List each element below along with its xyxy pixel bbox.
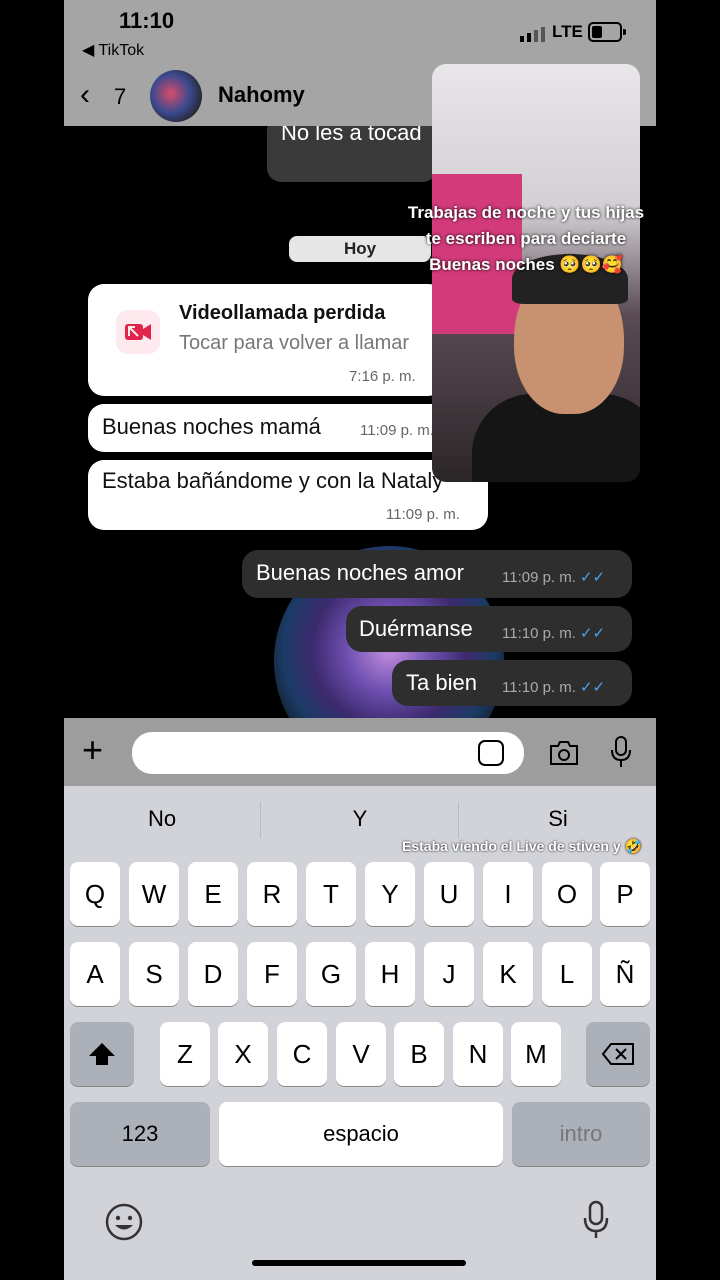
key[interactable]: T <box>306 862 356 926</box>
key[interactable]: F <box>247 942 297 1006</box>
message-text: Buenas noches amor <box>256 560 464 585</box>
key[interactable]: Y <box>365 862 415 926</box>
key[interactable]: U <box>424 862 474 926</box>
key[interactable]: Z <box>160 1022 210 1086</box>
key[interactable]: R <box>247 862 297 926</box>
microphone-icon[interactable] <box>610 736 632 768</box>
message-incoming[interactable]: Buenas noches mamá 11:09 p. m. <box>88 404 488 452</box>
suggestion[interactable]: No <box>64 806 260 832</box>
space-key[interactable]: espacio <box>219 1102 503 1166</box>
message-incoming[interactable]: Estaba bañándome y con la Nataly 11:09 p… <box>88 460 488 530</box>
message-text: Buenas noches mamá <box>102 414 321 439</box>
key[interactable]: W <box>129 862 179 926</box>
key[interactable]: V <box>336 1022 386 1086</box>
unread-count[interactable]: 7 <box>114 84 126 110</box>
key[interactable]: C <box>277 1022 327 1086</box>
keyboard: No Y Si Estaba viendo el Live de stiven … <box>64 786 656 1280</box>
key[interactable]: M <box>511 1022 561 1086</box>
home-indicator <box>252 1260 466 1266</box>
shift-arrow-icon <box>89 1043 115 1065</box>
attach-plus-icon[interactable]: + <box>82 730 103 770</box>
key[interactable]: K <box>483 942 533 1006</box>
key[interactable]: E <box>188 862 238 926</box>
return-key[interactable]: intro <box>512 1102 650 1166</box>
key[interactable]: Ñ <box>600 942 650 1006</box>
key[interactable]: O <box>542 862 592 926</box>
message-input[interactable] <box>132 732 524 774</box>
suggestion[interactable]: Y <box>262 806 458 832</box>
emoji-icon[interactable] <box>104 1202 144 1242</box>
battery-icon <box>588 22 626 42</box>
key[interactable]: G <box>306 942 356 1006</box>
sticker-icon[interactable] <box>478 740 504 766</box>
overlay-caption: Trabajas de noche y tus hijas te escribe… <box>407 203 645 274</box>
message-time: 11:09 p. m. ✓✓ <box>502 569 606 586</box>
key[interactable]: I <box>483 862 533 926</box>
key[interactable]: A <box>70 942 120 1006</box>
key[interactable]: P <box>600 862 650 926</box>
shift-key[interactable] <box>70 1022 134 1086</box>
message-outgoing[interactable]: Duérmanse 11:10 p. m. ✓✓ <box>346 606 632 652</box>
camera-icon[interactable] <box>548 740 580 766</box>
numbers-key[interactable]: 123 <box>70 1102 210 1166</box>
message-time: 11:10 p. m. ✓✓ <box>502 625 606 642</box>
suggestion-divider <box>260 802 261 838</box>
key[interactable]: H <box>365 942 415 1006</box>
back-chevron-icon[interactable]: ‹ <box>80 78 90 112</box>
key[interactable]: N <box>453 1022 503 1086</box>
dictation-mic-icon[interactable] <box>582 1200 610 1240</box>
avatar[interactable] <box>150 70 202 122</box>
network-label: LTE <box>552 22 583 41</box>
message-time: 11:10 p. m. ✓✓ <box>502 679 606 696</box>
key[interactable]: D <box>188 942 238 1006</box>
overlay-caption-secondary: Estaba viendo el Live de stiven y 🤣 <box>402 838 642 854</box>
message-time: 7:16 p. m. <box>349 368 416 385</box>
status-bar: 11:10 ◀ TikTok LTE <box>64 0 656 64</box>
message-time: 11:09 p. m. <box>386 506 460 523</box>
backspace-icon <box>601 1043 634 1065</box>
read-ticks-icon: ✓✓ <box>579 625 606 642</box>
backspace-key[interactable] <box>586 1022 650 1086</box>
missed-call-subtitle: Tocar para volver a llamar <box>179 332 410 354</box>
previous-message[interactable]: No les a tocad <box>267 126 437 182</box>
message-text: Duérmanse <box>359 616 473 641</box>
message-outgoing[interactable]: Ta bien 11:10 p. m. ✓✓ <box>392 660 632 706</box>
message-text: Estaba bañándome y con la Nataly <box>102 468 444 493</box>
suggestion-divider <box>458 802 459 838</box>
read-ticks-icon: ✓✓ <box>579 569 606 586</box>
contact-name[interactable]: Nahomy <box>218 82 305 108</box>
missed-call-card[interactable]: Videollamada perdida Tocar para volver a… <box>88 284 444 396</box>
composer-bar: + <box>64 718 656 786</box>
message-text: Ta bien <box>406 670 477 695</box>
key[interactable]: J <box>424 942 474 1006</box>
previous-message-text: No les a tocad <box>281 126 422 145</box>
missed-videocall-icon <box>116 310 160 354</box>
read-ticks-icon: ✓✓ <box>579 679 606 696</box>
key[interactable]: X <box>218 1022 268 1086</box>
key[interactable]: B <box>394 1022 444 1086</box>
key[interactable]: S <box>129 942 179 1006</box>
status-time: 11:10 <box>119 8 175 33</box>
message-time: 11:09 p. m. <box>360 422 434 439</box>
message-outgoing[interactable]: Buenas noches amor 11:09 p. m. ✓✓ <box>242 550 632 598</box>
back-to-app-link[interactable]: ◀ TikTok <box>82 40 144 60</box>
key[interactable]: Q <box>70 862 120 926</box>
signal-icon <box>520 27 545 42</box>
suggestion[interactable]: Si <box>460 806 656 832</box>
key[interactable]: L <box>542 942 592 1006</box>
missed-call-title: Videollamada perdida <box>179 302 386 324</box>
